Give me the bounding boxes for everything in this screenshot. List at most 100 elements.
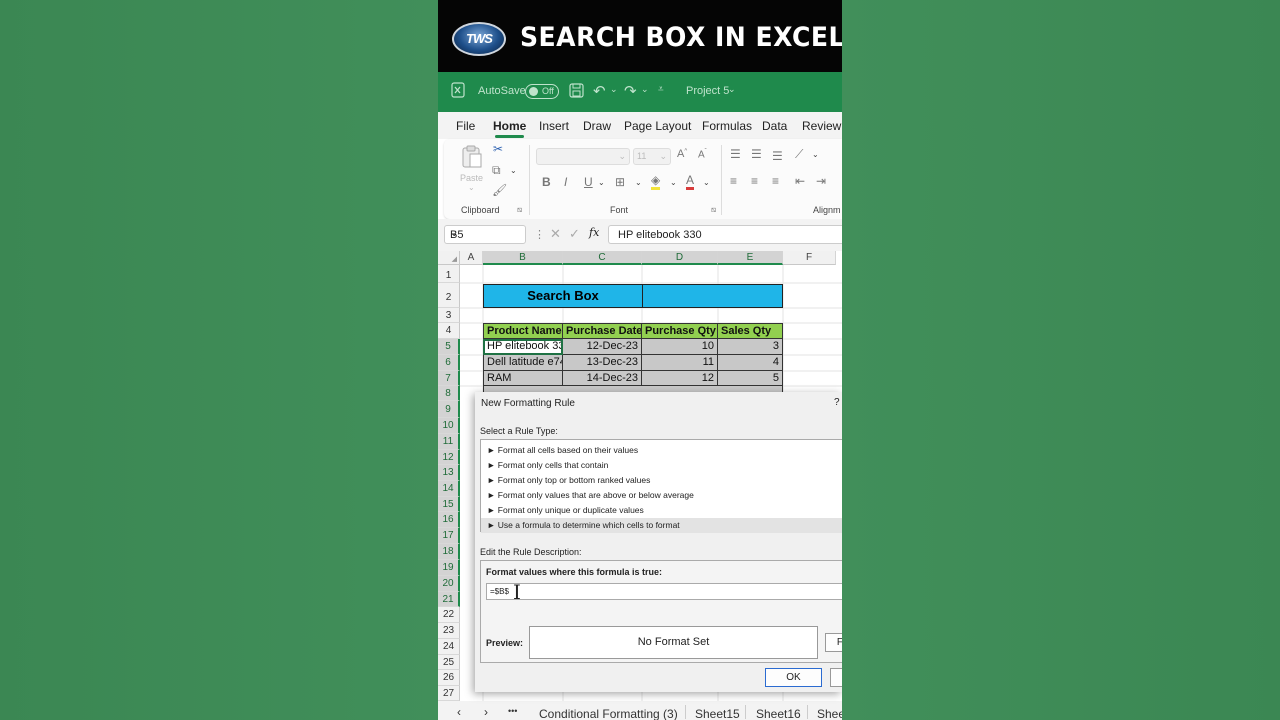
underline-dropdown-icon[interactable]: ⌄ [598,178,605,187]
column-header-b[interactable]: B [483,251,563,265]
file-name-chevron-icon[interactable]: ⌄ [728,84,736,95]
table-header-purchase-date[interactable]: Purchase Date [563,323,642,339]
underline-icon[interactable]: U [584,175,593,189]
more-options-icon[interactable]: ⋮ [534,228,545,241]
row-header-17[interactable]: 17 [438,528,460,544]
table-header-sales-qty[interactable]: Sales Qty [718,323,783,339]
sheet-tab-sheet16[interactable]: Sheet16 [756,707,801,720]
font-size-dropdown-icon[interactable]: ⌄ [659,151,667,162]
row-header-15[interactable]: 15 [438,497,460,512]
orientation-icon[interactable]: ⟋ [795,147,803,162]
rule-type-item[interactable]: ► Format all cells based on their values [481,443,842,458]
tab-review[interactable]: Review [802,119,841,133]
increase-indent-icon[interactable]: ⇥ [816,174,826,188]
table-cell-purchase-qty[interactable]: 11 [642,355,718,371]
font-name-dropdown-icon[interactable]: ⌄ [618,151,626,162]
bold-icon[interactable]: B [542,175,551,189]
column-header-d[interactable]: D [642,251,718,265]
row-header-26[interactable]: 26 [438,670,460,686]
row-header-18[interactable]: 18 [438,544,460,560]
row-header-3[interactable]: 3 [438,308,460,323]
rule-type-item[interactable]: ► Format only unique or duplicate values [481,503,842,518]
sheet-tab-conditional-formatting[interactable]: Conditional Formatting (3) [539,707,678,720]
insert-function-icon[interactable]: fx [589,226,599,239]
orientation-dropdown-icon[interactable]: ⌄ [812,150,819,159]
clipboard-launcher-icon[interactable]: ⧅ [517,205,522,215]
row-header-20[interactable]: 20 [438,576,460,592]
rule-type-item-selected[interactable]: ► Use a formula to determine which cells… [481,518,842,533]
tab-file[interactable]: File [456,119,475,133]
font-color-dropdown-icon[interactable]: ⌄ [703,178,710,187]
format-button[interactable]: F [825,633,842,652]
table-cell-product[interactable]: RAM [483,371,563,386]
table-cell-purchase-qty[interactable]: 10 [642,339,718,355]
rule-type-item[interactable]: ► Format only values that are above or b… [481,488,842,503]
decrease-font-icon[interactable]: Aˇ [698,149,707,160]
autosave-toggle[interactable]: Off [525,84,559,99]
borders-dropdown-icon[interactable]: ⌄ [635,178,642,187]
redo-icon[interactable]: ↷ [624,82,637,100]
paste-label[interactable]: Paste [460,173,483,183]
row-header-19[interactable]: 19 [438,560,460,576]
rule-type-list[interactable]: ► Format all cells based on their values… [480,439,842,533]
ok-button[interactable]: OK [765,668,822,687]
row-header-22[interactable]: 22 [438,607,460,623]
row-header-10[interactable]: 10 [438,418,460,434]
confirm-entry-icon[interactable]: ✓ [569,226,580,242]
row-header-4[interactable]: 4 [438,323,460,339]
tab-data[interactable]: Data [762,119,787,133]
font-size-combo[interactable]: 11 ⌄ [633,148,671,165]
align-top-icon[interactable]: ☰ [730,147,741,161]
fill-color-icon[interactable]: ◈ [651,174,661,190]
paste-icon[interactable] [461,145,483,172]
help-button[interactable]: ? [834,397,840,408]
table-cell-date[interactable]: 14-Dec-23 [563,371,642,386]
column-header-e[interactable]: E [718,251,783,265]
italic-icon[interactable]: I [564,175,567,189]
name-box[interactable]: B5 ⌄ [444,225,526,244]
undo-dropdown-icon[interactable]: ⌄ [610,84,618,95]
tab-home[interactable]: Home [493,119,526,138]
align-left-icon[interactable]: ≡ [730,174,737,188]
scroll-tabs-right-icon[interactable]: › [484,705,488,719]
font-name-combo[interactable]: ⌄ [536,148,630,165]
tab-insert[interactable]: Insert [539,119,569,133]
table-cell-purchase-qty[interactable]: 12 [642,371,718,386]
align-center-icon[interactable]: ≡ [751,174,758,188]
formula-input[interactable]: HP elitebook 330 [608,225,842,244]
cancel-button[interactable] [830,668,842,687]
save-icon[interactable] [569,83,584,101]
row-header-1[interactable]: 1 [438,265,460,283]
copy-dropdown-icon[interactable]: ⌄ [510,166,517,175]
font-color-icon[interactable]: A [686,174,695,190]
row-header-11[interactable]: 11 [438,434,460,450]
column-header-a[interactable]: A [460,251,483,265]
row-header-7[interactable]: 7 [438,371,460,386]
row-header-6[interactable]: 6 [438,355,460,371]
row-header-5[interactable]: 5 [438,339,460,355]
search-input-cell[interactable] [642,284,783,308]
align-bottom-icon[interactable]: ☰ [772,149,783,163]
row-header-23[interactable]: 23 [438,623,460,639]
table-header-purchase-qty[interactable]: Purchase Qty [642,323,718,339]
font-launcher-icon[interactable]: ⧅ [711,205,716,215]
align-right-icon[interactable]: ≡ [772,174,779,188]
row-header-27[interactable]: 27 [438,686,460,701]
tab-draw[interactable]: Draw [583,119,611,133]
name-box-dropdown-icon[interactable]: ⌄ [450,228,521,239]
table-cell-product[interactable]: Dell latitude e74 [483,355,563,371]
increase-font-icon[interactable]: A^ [677,148,687,160]
sheet-tab-partial[interactable]: Shee [817,707,842,720]
row-header-24[interactable]: 24 [438,639,460,655]
fill-color-dropdown-icon[interactable]: ⌄ [670,178,677,187]
table-cell-sales-qty[interactable]: 4 [718,355,783,371]
table-cell-date[interactable]: 13-Dec-23 [563,355,642,371]
scroll-tabs-left-icon[interactable]: ‹ [457,705,461,719]
table-cell-date[interactable]: 12-Dec-23 [563,339,642,355]
rule-type-item[interactable]: ► Format only top or bottom ranked value… [481,473,842,488]
file-name[interactable]: Project 5 [686,85,729,97]
table-cell-sales-qty[interactable]: 3 [718,339,783,355]
row-header-21[interactable]: 21 [438,592,460,607]
rule-type-item[interactable]: ► Format only cells that contain [481,458,842,473]
copy-icon[interactable]: ⧉ [492,163,501,178]
